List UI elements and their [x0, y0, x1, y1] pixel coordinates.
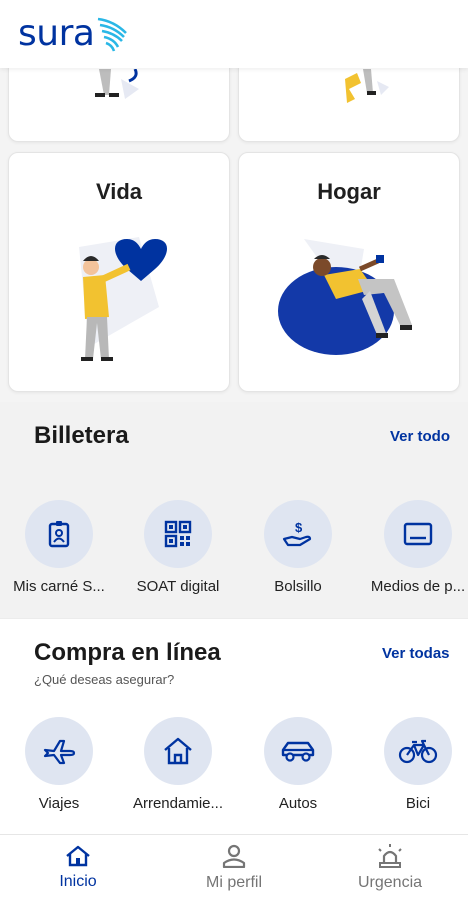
- insurance-card-2[interactable]: [238, 68, 460, 142]
- billetera-item-soat[interactable]: SOAT digital: [118, 500, 238, 595]
- card-illustration: [9, 69, 229, 109]
- billetera-item-label: Bolsillo: [274, 578, 322, 595]
- nav-item-urgencia[interactable]: Urgencia: [312, 835, 468, 900]
- compra-item-label: Viajes: [38, 795, 80, 812]
- billetera-item-label: Medios de p...: [370, 578, 466, 595]
- compra-item-autos[interactable]: Autos: [238, 717, 358, 812]
- nav-label: Mi perfil: [205, 873, 262, 891]
- card-title-hogar: Hogar: [317, 179, 381, 204]
- id-card-icon: [25, 500, 93, 568]
- hogar-illustration: [239, 229, 459, 359]
- insurance-card-1[interactable]: [8, 68, 230, 142]
- qr-code-icon: [144, 500, 212, 568]
- logo-wing-icon: [98, 17, 128, 52]
- compra-subtitle: ¿Qué deseas asegurar?: [34, 672, 175, 687]
- billetera-ver-todo-link[interactable]: Ver todo: [390, 428, 450, 445]
- compra-title: Compra en línea: [34, 639, 221, 666]
- app-header: sura: [0, 0, 468, 68]
- billetera-item-medios[interactable]: Medios de p...: [358, 500, 468, 595]
- compra-item-bici[interactable]: Bici: [358, 717, 468, 812]
- vida-illustration: [9, 227, 229, 367]
- compra-item-arrendamiento[interactable]: Arrendamie...: [118, 717, 238, 812]
- card-illustration: [239, 69, 459, 109]
- billetera-section: Billetera Ver todo Mis carné S... SOAT d…: [0, 402, 468, 618]
- siren-icon: [378, 843, 402, 868]
- person-illustration-icon: [345, 69, 389, 103]
- billetera-title: Billetera: [34, 422, 129, 449]
- card-title-vida: Vida: [95, 179, 143, 204]
- nav-label: Urgencia: [357, 873, 423, 891]
- nav-item-inicio[interactable]: Inicio: [0, 835, 156, 900]
- house-icon: [144, 717, 212, 785]
- car-icon: [264, 717, 332, 785]
- compra-item-label: Bici: [405, 795, 431, 812]
- compra-ver-todas-link[interactable]: Ver todas: [382, 645, 450, 662]
- card-screen-icon: [384, 500, 452, 568]
- billetera-item-label: Mis carné S...: [13, 578, 105, 595]
- nav-label: Inicio: [59, 872, 97, 890]
- billetera-item-carne[interactable]: Mis carné S...: [0, 500, 119, 595]
- billetera-item-label: SOAT digital: [136, 578, 220, 595]
- person-illustration-icon: [95, 69, 139, 99]
- compra-section: Compra en línea ¿Qué deseas asegurar? Ve…: [0, 618, 468, 834]
- logo-text: sura: [18, 13, 95, 54]
- bottom-nav: Inicio Mi perfil Urgencia: [0, 834, 468, 900]
- beanbag-person-illustration-icon: [278, 239, 412, 355]
- billetera-item-bolsillo[interactable]: $ Bolsillo: [238, 500, 358, 595]
- vida-card[interactable]: Vida: [8, 152, 230, 392]
- person-icon: [222, 844, 246, 868]
- sura-logo[interactable]: sura: [18, 15, 130, 53]
- main-content: Vida Hogar Billetera Ver todo Mis carné …: [0, 68, 468, 834]
- svg-text:$: $: [295, 520, 303, 535]
- money-hand-icon: $: [264, 500, 332, 568]
- hogar-card[interactable]: Hogar: [238, 152, 460, 392]
- heart-person-illustration-icon: [79, 237, 167, 361]
- home-icon: [66, 845, 90, 866]
- bicycle-icon: [384, 717, 452, 785]
- compra-item-viajes[interactable]: Viajes: [0, 717, 119, 812]
- airplane-icon: [25, 717, 93, 785]
- nav-item-mi-perfil[interactable]: Mi perfil: [156, 835, 312, 900]
- compra-item-label: Autos: [278, 795, 318, 812]
- compra-item-label: Arrendamie...: [132, 795, 224, 812]
